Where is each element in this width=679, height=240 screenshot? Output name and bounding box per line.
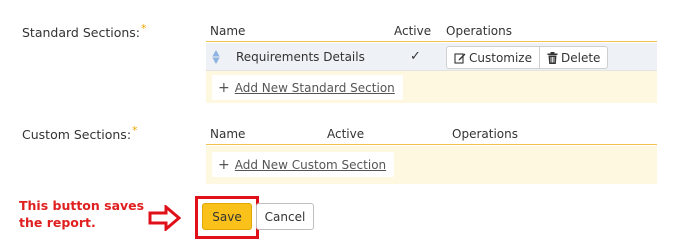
plus-icon: + [218, 156, 230, 173]
standard-sections-table-body: Requirements Details ✓ Customize Delete … [206, 43, 657, 103]
table-row: Requirements Details ✓ Customize Delete [206, 43, 657, 71]
save-button[interactable]: Save [202, 203, 252, 230]
required-asterisk: * [132, 124, 138, 137]
custom-sections-table-header: Name Active Operations [206, 125, 657, 145]
row-operations: Customize Delete [446, 46, 609, 69]
column-header-active: Active [327, 127, 365, 141]
column-header-operations: Operations [452, 127, 518, 141]
check-icon: ✓ [410, 49, 421, 64]
edit-icon [454, 52, 466, 64]
delete-button[interactable]: Delete [539, 47, 607, 68]
custom-sections-table-body: + Add New Custom Section [206, 146, 657, 184]
add-standard-section-label: Add New Standard Section [234, 80, 395, 95]
customize-button[interactable]: Customize [447, 47, 539, 68]
plus-icon: + [218, 79, 230, 96]
row-name: Requirements Details [236, 50, 365, 64]
arrow-right-icon [148, 205, 181, 231]
column-header-active: Active [394, 24, 432, 38]
standard-sections-table-header: Name Active Operations [206, 22, 657, 42]
cancel-button[interactable]: Cancel [256, 203, 314, 230]
add-custom-section-link[interactable]: + Add New Custom Section [212, 152, 395, 177]
standard-sections-label-text: Standard Sections: [22, 25, 141, 40]
add-custom-section-label: Add New Custom Section [234, 157, 387, 172]
custom-sections-label-text: Custom Sections: [22, 127, 132, 142]
customize-label: Customize [469, 50, 532, 65]
trash-icon [547, 51, 558, 64]
drag-handle-icon[interactable] [212, 50, 220, 64]
delete-label: Delete [561, 50, 601, 65]
standard-sections-label: Standard Sections:* [22, 22, 147, 40]
custom-sections-label: Custom Sections:* [22, 124, 138, 142]
column-header-operations: Operations [446, 24, 512, 38]
required-asterisk: * [141, 22, 147, 35]
column-header-name: Name [210, 24, 246, 38]
column-header-name: Name [210, 127, 246, 141]
annotation-text: This button saves the report. [19, 198, 145, 230]
add-standard-section-link[interactable]: + Add New Standard Section [212, 75, 403, 100]
